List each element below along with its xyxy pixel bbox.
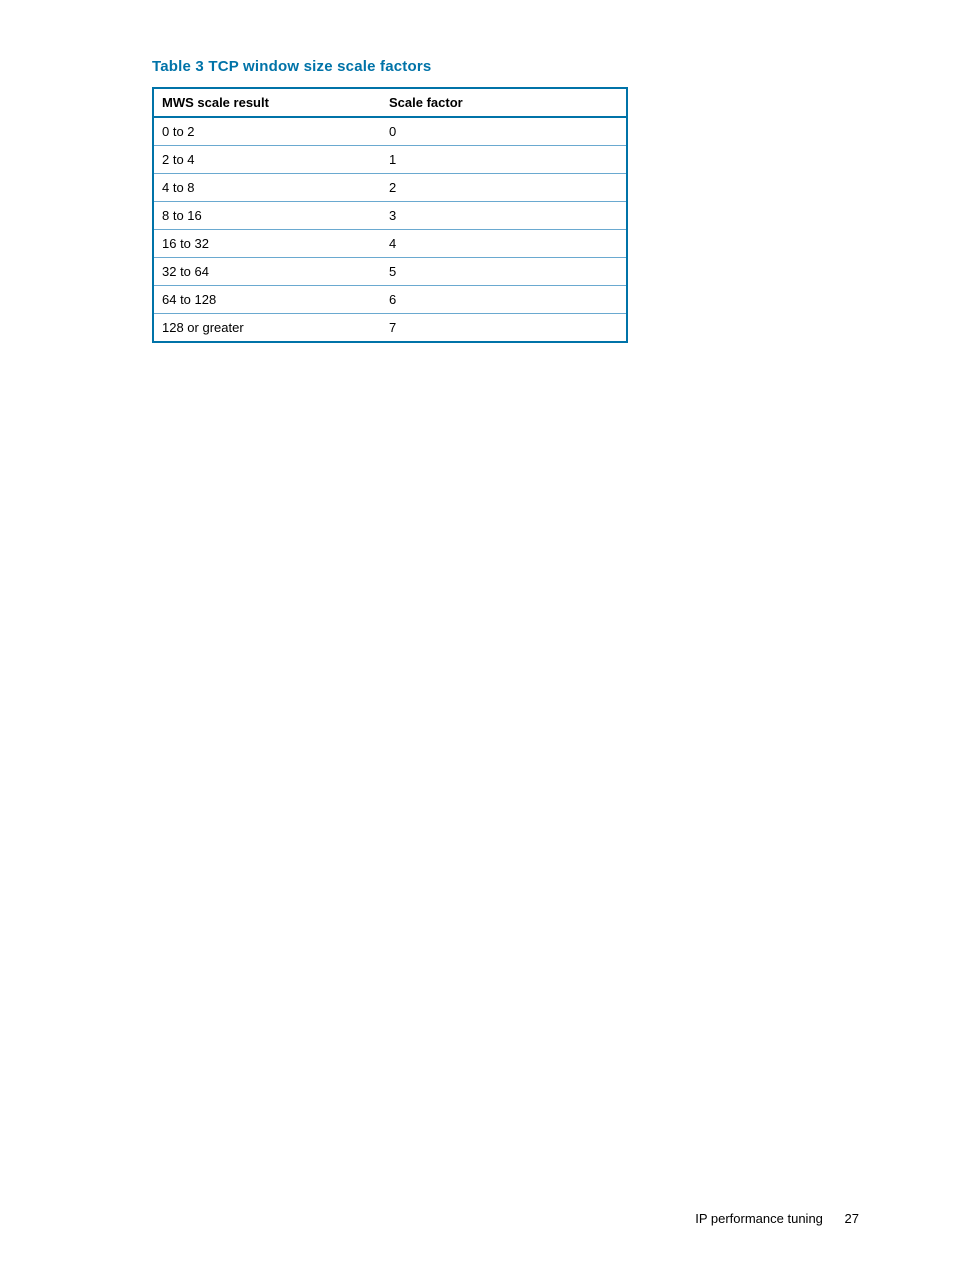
table-row: 0 to 2 0 — [153, 117, 627, 146]
table-header-col2: Scale factor — [381, 88, 627, 117]
table-cell: 6 — [381, 286, 627, 314]
table-row: 16 to 32 4 — [153, 230, 627, 258]
scale-factors-table: MWS scale result Scale factor 0 to 2 0 2… — [152, 87, 628, 343]
table-cell: 1 — [381, 146, 627, 174]
table-header-row: MWS scale result Scale factor — [153, 88, 627, 117]
page-footer: IP performance tuning 27 — [695, 1211, 859, 1226]
table-row: 4 to 8 2 — [153, 174, 627, 202]
footer-section-title: IP performance tuning — [695, 1211, 823, 1226]
table-cell: 0 — [381, 117, 627, 146]
table-cell: 16 to 32 — [153, 230, 381, 258]
table-row: 32 to 64 5 — [153, 258, 627, 286]
table-row: 8 to 16 3 — [153, 202, 627, 230]
table-header-col1: MWS scale result — [153, 88, 381, 117]
table-cell: 5 — [381, 258, 627, 286]
table-cell: 2 — [381, 174, 627, 202]
table-cell: 0 to 2 — [153, 117, 381, 146]
table-cell: 64 to 128 — [153, 286, 381, 314]
table-caption: Table 3 TCP window size scale factors — [152, 58, 802, 75]
table-row: 64 to 128 6 — [153, 286, 627, 314]
table-cell: 4 — [381, 230, 627, 258]
table-row: 128 or greater 7 — [153, 314, 627, 343]
table-cell: 3 — [381, 202, 627, 230]
table-cell: 8 to 16 — [153, 202, 381, 230]
page-number: 27 — [845, 1211, 859, 1226]
table-cell: 32 to 64 — [153, 258, 381, 286]
table-cell: 128 or greater — [153, 314, 381, 343]
table-row: 2 to 4 1 — [153, 146, 627, 174]
table-cell: 7 — [381, 314, 627, 343]
table-cell: 2 to 4 — [153, 146, 381, 174]
table-cell: 4 to 8 — [153, 174, 381, 202]
